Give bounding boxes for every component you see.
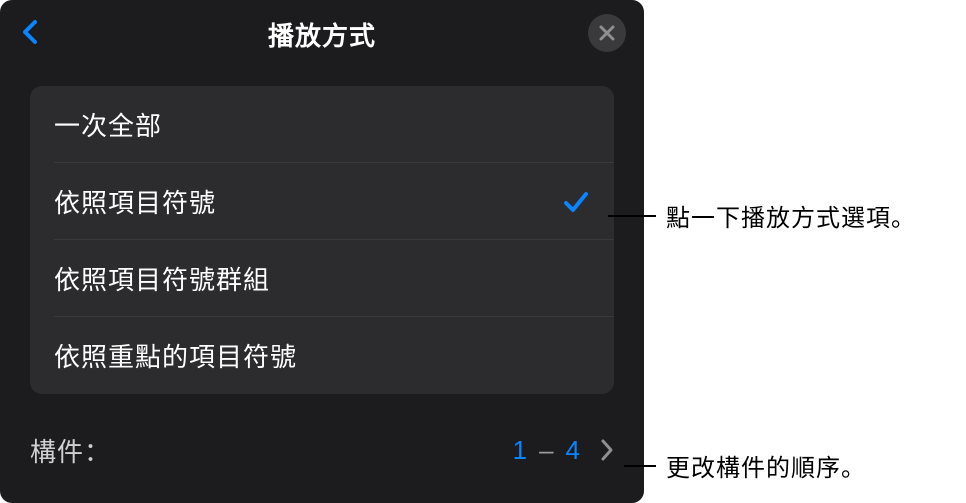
option-label: 依照項目符號群組 bbox=[54, 260, 270, 297]
option-by-highlighted-bullet[interactable]: 依照重點的項目符號 bbox=[30, 317, 614, 394]
callout-playback-option: 點一下播放方式選項。 bbox=[608, 198, 916, 233]
build-to: 4 bbox=[566, 435, 580, 466]
chevron-right-icon bbox=[600, 438, 614, 462]
builds-label: 構件： bbox=[30, 432, 111, 469]
option-label: 一次全部 bbox=[54, 106, 162, 143]
builds-row[interactable]: 構件： 1 – 4 bbox=[30, 428, 614, 472]
close-icon bbox=[599, 25, 615, 41]
builds-range: 1 – 4 bbox=[513, 435, 614, 466]
build-dash: – bbox=[539, 435, 553, 466]
option-all-at-once[interactable]: 一次全部 bbox=[30, 86, 614, 163]
panel-header: 播放方式 bbox=[0, 0, 644, 68]
panel-title: 播放方式 bbox=[268, 16, 376, 53]
playback-panel: 播放方式 一次全部 依照項目符號 依照項目符號群組 依照重點的項目符號 bbox=[0, 0, 644, 503]
checkmark-icon bbox=[562, 188, 590, 216]
chevron-left-icon bbox=[21, 18, 39, 46]
playback-options-list: 一次全部 依照項目符號 依照項目符號群組 依照重點的項目符號 bbox=[30, 86, 614, 394]
option-label: 依照重點的項目符號 bbox=[54, 337, 297, 374]
option-by-bullet-group[interactable]: 依照項目符號群組 bbox=[30, 240, 614, 317]
build-from: 1 bbox=[513, 435, 527, 466]
close-button[interactable] bbox=[588, 14, 626, 52]
callout-line bbox=[624, 465, 656, 467]
option-by-bullet[interactable]: 依照項目符號 bbox=[30, 163, 614, 240]
option-label: 依照項目符號 bbox=[54, 183, 216, 220]
back-button[interactable] bbox=[16, 18, 44, 46]
callout-text: 點一下播放方式選項。 bbox=[666, 198, 916, 233]
callout-builds-order: 更改構件的順序。 bbox=[624, 448, 866, 483]
callout-text: 更改構件的順序。 bbox=[666, 448, 866, 483]
callout-line bbox=[608, 215, 656, 217]
